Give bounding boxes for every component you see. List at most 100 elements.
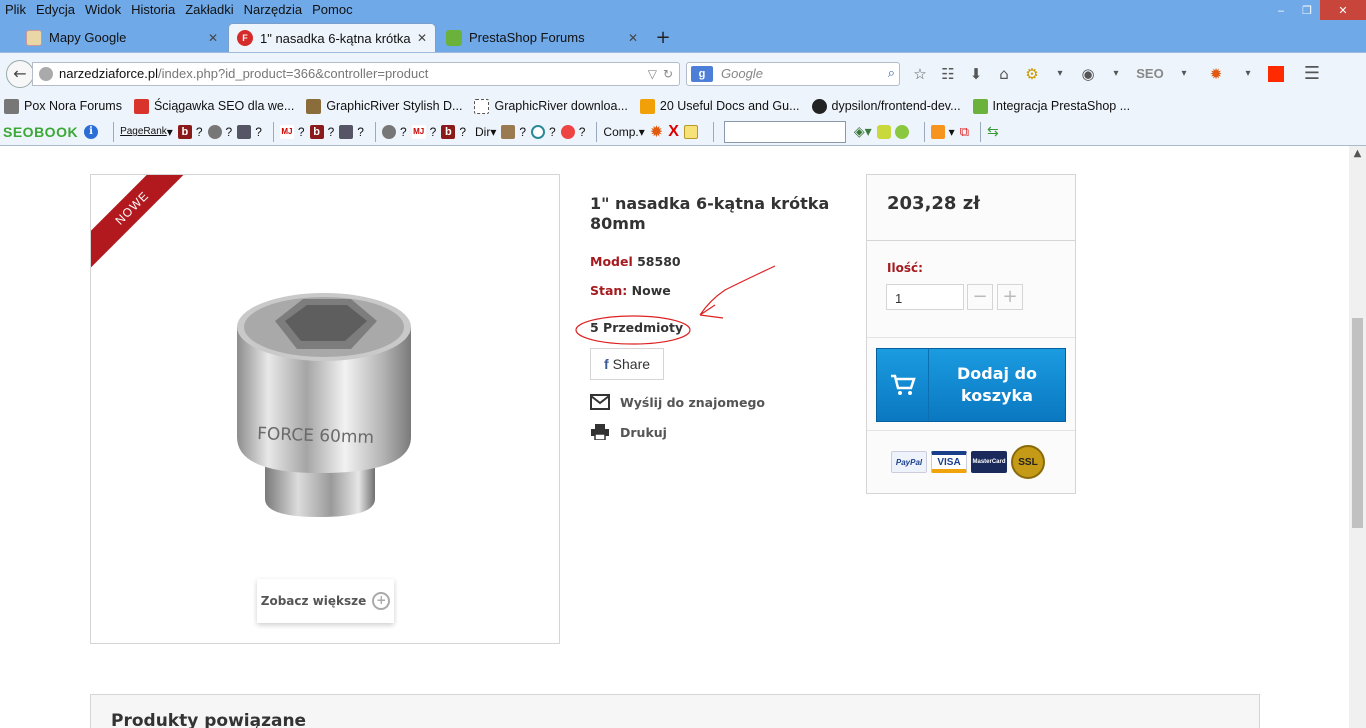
reload-icon[interactable]: ↻ [663, 67, 673, 81]
quantity-input[interactable]: 1 [886, 284, 964, 310]
window-controls: ‒ ❐ ✕ [1268, 0, 1366, 20]
send-to-friend-link[interactable]: Wyślij do znajomego [590, 394, 765, 410]
globe-metric-icon[interactable]: ? [207, 124, 232, 139]
search-icon[interactable]: ⌕ [888, 66, 899, 81]
link-icon[interactable]: ⧉ [960, 124, 969, 140]
menu-file[interactable]: Plik [0, 0, 31, 20]
quantity-minus-button[interactable]: − [967, 284, 993, 310]
bookmark-item[interactable]: Pox Nora Forums [4, 98, 122, 114]
bloglines-icon[interactable]: b? [177, 124, 203, 139]
addon-firework-icon[interactable]: ✹ [1198, 62, 1234, 86]
x-highlight-icon[interactable]: X [668, 123, 679, 141]
chevron-down-icon[interactable]: ▾ [1170, 62, 1198, 86]
ranking-icon[interactable]: ? [560, 124, 585, 139]
eye-icon[interactable]: ◈▾ [854, 123, 872, 140]
product-image[interactable]: FORCE 60mm [227, 287, 427, 527]
divider [867, 337, 1075, 338]
toolbar-search-input[interactable] [723, 120, 846, 143]
tab-google-maps[interactable]: Mapy Google ✕ [18, 23, 226, 52]
addon-red-square-icon[interactable] [1262, 62, 1290, 86]
github-icon [811, 98, 827, 114]
restore-icon[interactable]: ❐ [1294, 0, 1320, 20]
dropdown-arrow-icon[interactable]: ▽ [648, 67, 657, 81]
scroll-thumb[interactable] [1352, 318, 1363, 528]
home-icon[interactable]: ⌂ [990, 62, 1018, 86]
calendar-icon[interactable]: ? [501, 124, 526, 139]
back-button[interactable]: ← [6, 59, 34, 88]
url-host: narzedziaforce.pl [59, 66, 158, 81]
menu-edit[interactable]: Edycja [31, 0, 80, 20]
print-link[interactable]: Drukuj [590, 424, 667, 440]
scroll-up-icon[interactable]: ▲ [1349, 148, 1366, 162]
printer-icon [591, 424, 609, 440]
bookmark-item[interactable]: Integracja PrestaShop ... [972, 98, 1130, 114]
chevron-down-icon[interactable]: ▾ [1102, 62, 1130, 86]
chevron-down-icon[interactable]: ▾ [1234, 62, 1262, 86]
facebook-share-button[interactable]: f Share [590, 348, 664, 380]
close-tab-icon[interactable]: ✕ [417, 31, 427, 45]
shuffle-icon[interactable]: ⇆ [987, 123, 999, 140]
close-tab-icon[interactable]: ✕ [208, 31, 218, 45]
close-tab-icon[interactable]: ✕ [628, 31, 638, 45]
menu-history[interactable]: Historia [126, 0, 180, 20]
globe-metric-icon[interactable]: ? [381, 124, 407, 139]
tab-product[interactable]: F 1" nasadka 6-kątna krótka ... ✕ [228, 23, 436, 52]
addon-spy-icon[interactable]: ◉ [1074, 62, 1102, 86]
addon-gear-icon[interactable]: ⚙ [1018, 62, 1046, 86]
menu-help[interactable]: Pomoc [307, 0, 357, 20]
buy-box: 203,28 zł Ilość: 1 − + Dodaj do koszyka P… [866, 174, 1076, 494]
add-to-cart-label: Dodaj do koszyka [956, 364, 1038, 405]
product-info: 1" nasadka 6-kątna krótka 80mm Model 585… [590, 194, 830, 440]
bookmark-item[interactable]: dypsilon/frontend-dev... [811, 98, 961, 114]
view-larger-button[interactable]: Zobacz większe + [257, 579, 394, 623]
minimize-icon[interactable]: ‒ [1268, 0, 1294, 20]
notes-icon[interactable] [683, 124, 702, 139]
highlighter-icon[interactable] [876, 124, 913, 139]
seo-icon[interactable]: SEO [1130, 62, 1170, 86]
add-to-cart-button[interactable]: Dodaj do koszyka [876, 348, 1066, 422]
dir-dropdown[interactable]: Dir ▾ [475, 125, 496, 139]
index-metric-icon[interactable]: ? [339, 124, 364, 139]
google-maps-icon [26, 29, 42, 46]
reading-list-icon[interactable]: ☷ [934, 62, 962, 86]
prestashop-icon [446, 29, 462, 46]
engraving-text: FORCE 60mm [257, 424, 375, 448]
majestic-seo-icon[interactable]: MJ? [411, 124, 436, 139]
bookmark-item[interactable]: GraphicRiver downloa... [474, 98, 628, 114]
star-bookmark-icon[interactable]: ☆ [906, 62, 934, 86]
rss-icon[interactable]: ▾ [930, 124, 955, 139]
bookmark-item[interactable]: 20 Useful Docs and Gu... [639, 98, 800, 114]
page-scrollbar[interactable]: ▲ [1349, 146, 1366, 728]
new-badge: NOWE [91, 175, 195, 271]
menu-view[interactable]: Widok [80, 0, 126, 20]
bookmark-item[interactable]: GraphicRiver Stylish D... [306, 98, 462, 114]
bloglines-icon[interactable]: b? [441, 124, 466, 139]
index-metric-icon[interactable]: ? [237, 124, 262, 139]
facebook-icon: f [603, 356, 609, 372]
quantity-plus-button[interactable]: + [997, 284, 1023, 310]
pagerank-widget[interactable]: PageRank ▾ [120, 125, 173, 139]
tab-prestashop[interactable]: PrestaShop Forums ✕ [438, 23, 646, 52]
addon-firework-icon[interactable]: ✹ [650, 122, 663, 142]
bookmark-item[interactable]: Ściągawka SEO dla we... [133, 98, 294, 114]
menu-tools[interactable]: Narzędzia [239, 0, 308, 20]
search-placeholder: Google [721, 66, 763, 81]
url-bar[interactable]: narzedziaforce.pl/index.php?id_product=3… [32, 61, 680, 86]
seo-toolbar: SEOBOOK i PageRank ▾ b? ? ? MJ? b? ? ? MJ… [0, 118, 1366, 146]
majestic-seo-icon[interactable]: MJ? [279, 124, 305, 139]
compare-dropdown[interactable]: Comp. ▾ [603, 125, 644, 139]
download-icon[interactable]: ⬇ [962, 62, 990, 86]
product-image-box: NOWE FORCE 60mm Zobacz większe + [90, 174, 560, 644]
bloglines-icon[interactable]: b? [309, 124, 334, 139]
menu-bookmarks[interactable]: Zakładki [180, 0, 238, 20]
search-bar[interactable]: g Google ⌕ [686, 61, 900, 86]
info-icon[interactable]: i [84, 124, 102, 139]
chevron-down-icon[interactable]: ▾ [1046, 62, 1074, 86]
google-search-engine-icon[interactable]: g [691, 65, 713, 82]
close-window-icon[interactable]: ✕ [1320, 0, 1366, 20]
new-tab-button[interactable]: + [648, 23, 678, 52]
seobook-logo[interactable]: SEOBOOK [3, 124, 78, 140]
hamburger-menu-icon[interactable]: ☰ [1298, 62, 1326, 86]
related-products-heading: Produkty powiązane [111, 711, 307, 728]
archive-icon[interactable]: ? [531, 124, 556, 139]
